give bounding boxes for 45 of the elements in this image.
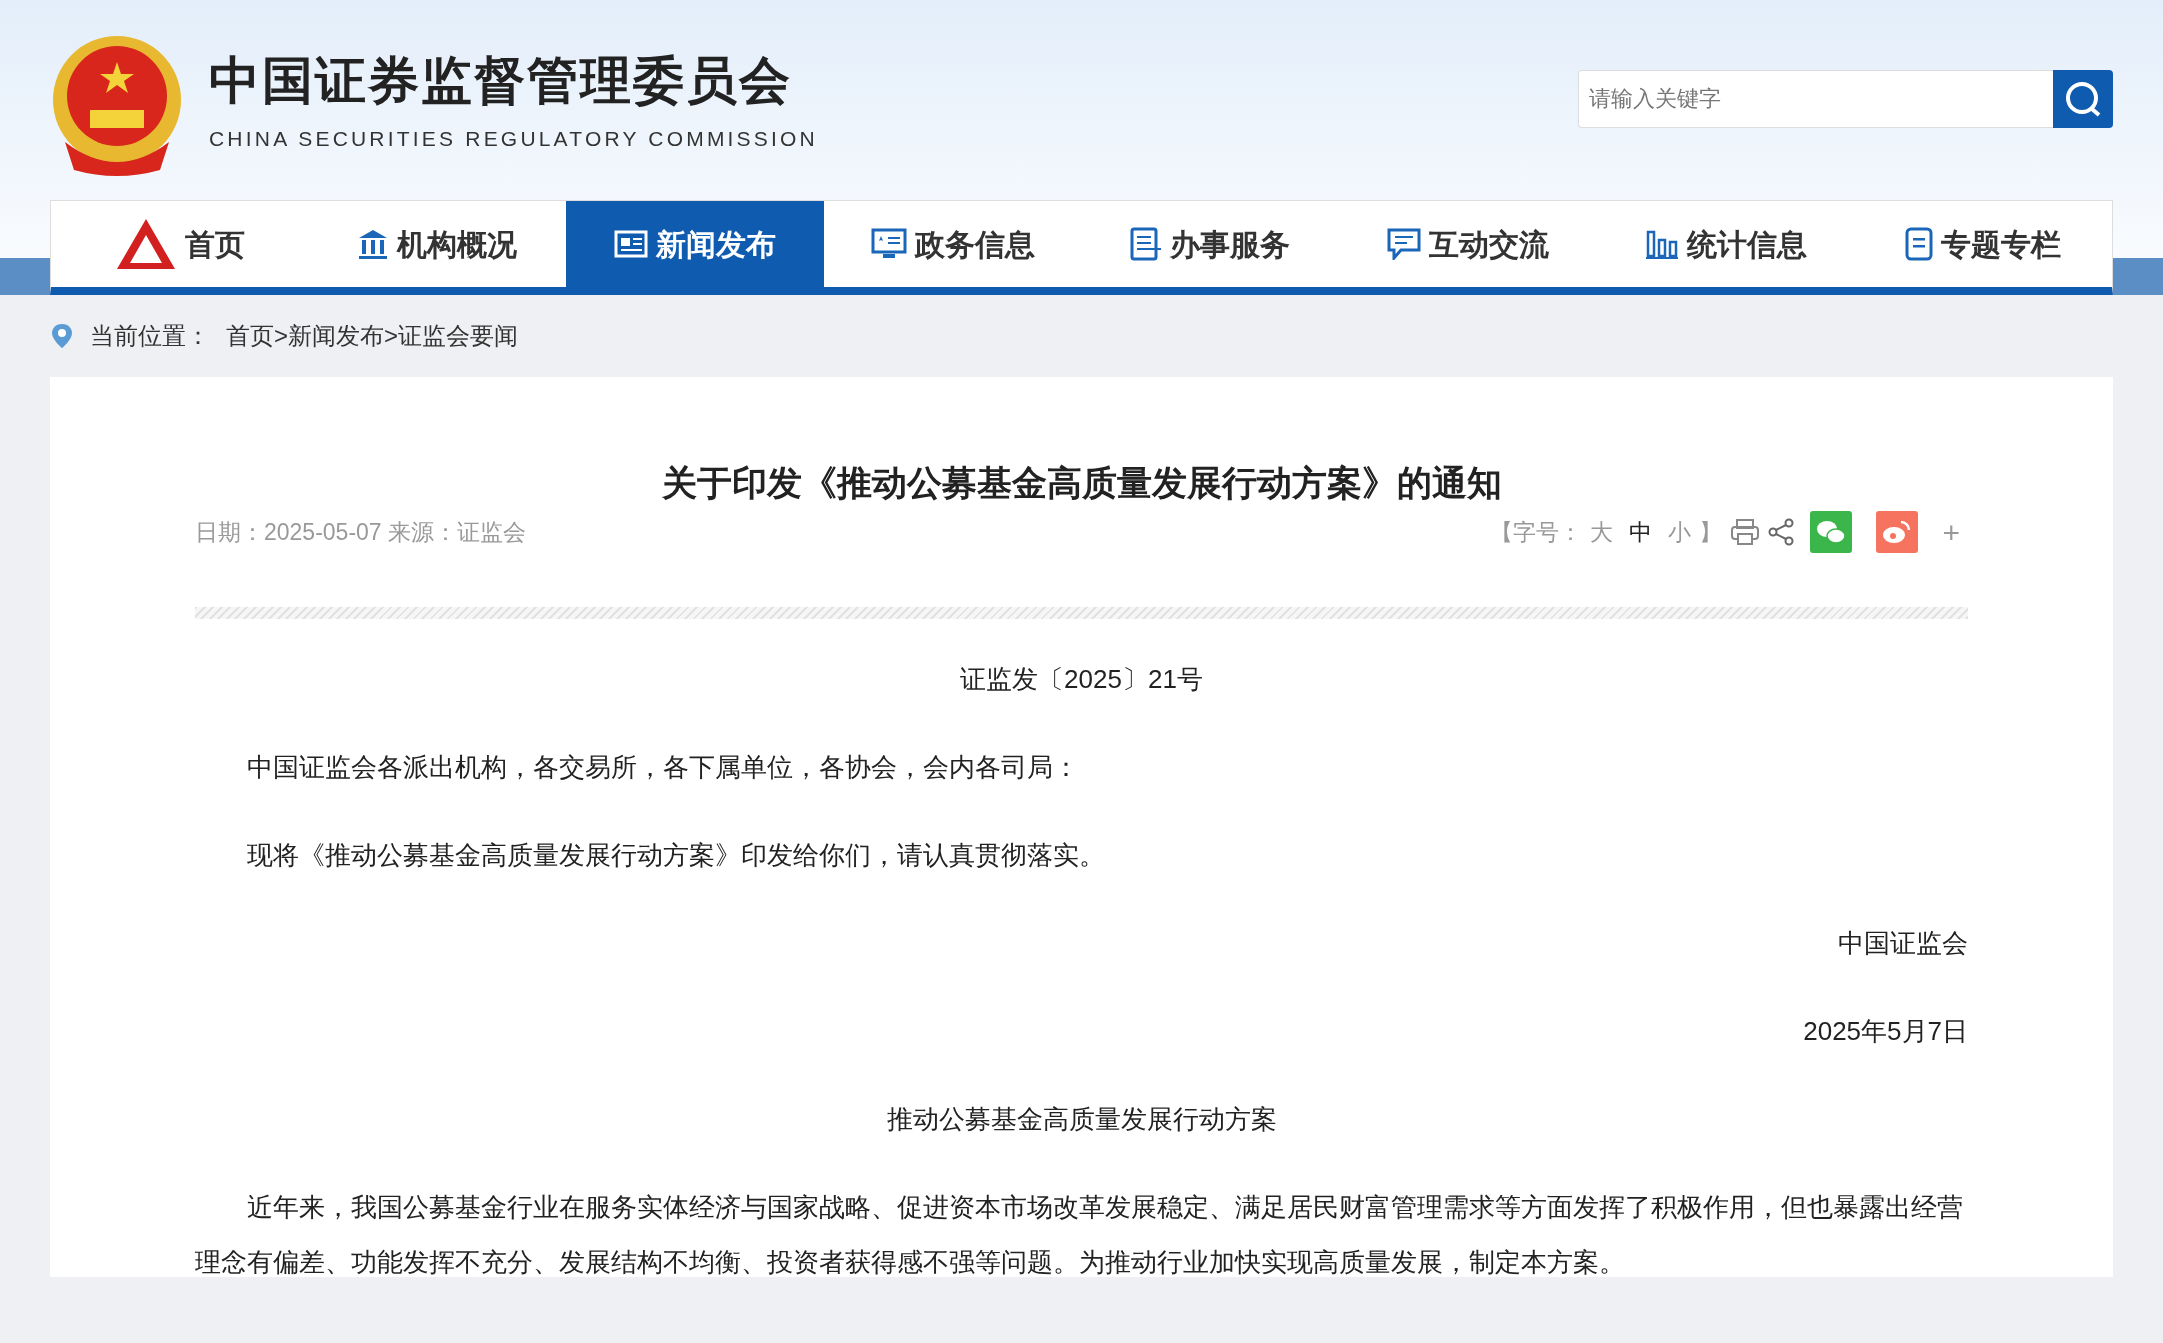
site-subtitle: CHINA SECURITIES REGULATORY COMMISSION (209, 126, 818, 153)
nav-tab[interactable]: 首页 (51, 201, 309, 287)
breadcrumb-separator: > (274, 321, 288, 351)
print-icon[interactable] (1730, 518, 1761, 546)
font-size-bracket: 】 (1699, 517, 1723, 547)
breadcrumb-link[interactable]: 首页 (226, 318, 274, 354)
document-icon (1905, 227, 1934, 261)
nav-tab[interactable]: 统计信息 (1596, 201, 1855, 287)
nav-tab[interactable]: 专题专栏 (1854, 201, 2112, 287)
breadcrumb-link[interactable]: 新闻发布 (288, 318, 384, 354)
bar-chart-icon (1644, 228, 1679, 260)
paragraph: 2025年5月7日 (1802, 1014, 1968, 1048)
paragraph: 中国证监会 (1837, 926, 1968, 960)
weibo-share-button[interactable] (1876, 511, 1919, 553)
font-size-option[interactable]: 中 (1621, 514, 1661, 550)
monitor-icon (870, 228, 907, 260)
paragraph: 现将《推动公募基金高质量发展行动方案》印发给你们，请认真贯彻落实。 (246, 838, 1106, 872)
paragraph: 推动公募基金高质量发展行动方案 (885, 1102, 1278, 1136)
wechat-share-button[interactable] (1810, 511, 1853, 553)
breadcrumb-label: 当前位置： (90, 321, 210, 351)
chat-bubble-icon (1386, 228, 1421, 260)
nav-tab[interactable]: 办事服务 (1081, 201, 1340, 287)
location-pin-icon (50, 322, 74, 350)
search-field[interactable]: 请输入关键字 (1578, 70, 2053, 128)
search-button[interactable] (2053, 70, 2113, 128)
paragraph: 近年来，我国公募基金行业在服务实体经济与国家战略、促进资本市场改革发展稳定、满足居民财富管理需求等方面发挥了积极作用，但也暴露出经营理念有偏差、功能发挥不充分、发展结构不均衡、投资者获得感不强等问题。为推动行业加快实现高质量发展，制定本方案。 (195, 1190, 1964, 1279)
triangle-logo-icon (114, 217, 177, 271)
site-title: 中国证券监督管理委员会 (209, 53, 793, 110)
share-icon[interactable] (1768, 518, 1795, 546)
article-meta: 日期：2025-05-07 来源：证监会 (195, 517, 527, 547)
article-title: 关于印发《推动公募基金高质量发展行动方案》的通知 (660, 462, 1503, 504)
nav-tab[interactable]: 互动交流 (1339, 201, 1597, 287)
breadcrumb-link[interactable]: 证监会要闻 (398, 318, 519, 354)
breadcrumb-separator: > (384, 321, 399, 351)
search-icon (2064, 80, 2102, 118)
chat-bubbles-icon (1815, 518, 1848, 546)
newspaper-icon (614, 229, 649, 259)
paragraph: 证监发〔2025〕21号 (959, 662, 1204, 696)
nav-tab[interactable]: 政务信息 (823, 201, 1082, 287)
nav-tab[interactable]: 新闻发布 (566, 201, 824, 287)
nav-tab[interactable]: 机构概况 (308, 201, 567, 287)
document-list-icon (1130, 227, 1163, 261)
font-size-label: 【字号： (1490, 517, 1583, 547)
building-icon (357, 228, 390, 260)
paragraph: 中国证监会各派出机构，各交易所，各下属单位，各协会，会内各司局： (246, 750, 1080, 784)
